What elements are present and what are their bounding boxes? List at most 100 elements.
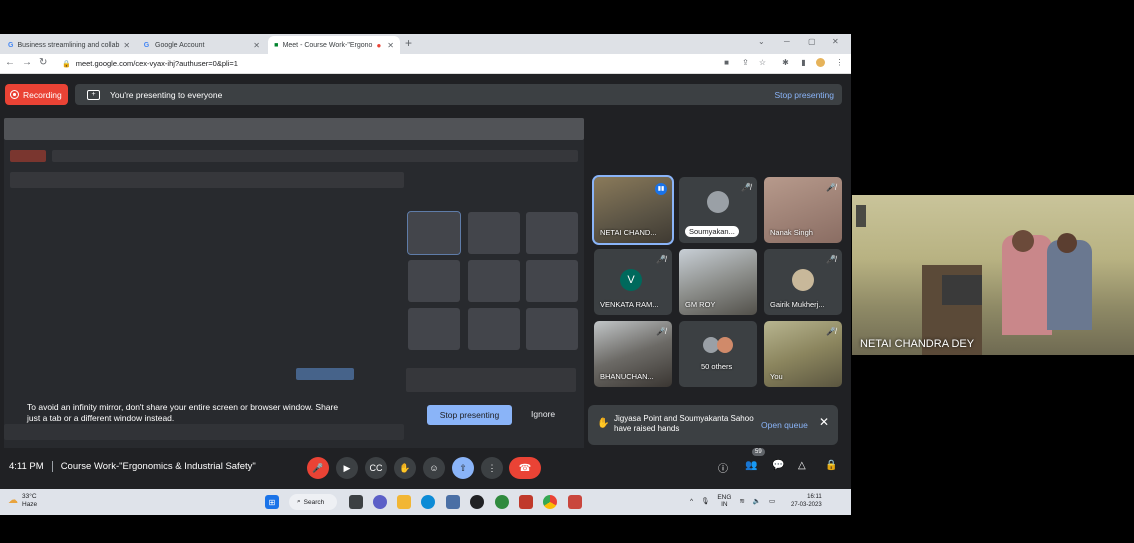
app-icon[interactable] — [568, 495, 582, 509]
mic-off-icon: 🎤̸ — [741, 183, 751, 192]
chat-app-icon[interactable] — [373, 495, 387, 509]
people-icon[interactable]: 👥 — [745, 460, 757, 471]
extensions-icon[interactable]: ✱ — [781, 58, 790, 67]
windows-taskbar: ☁ 33°C Haze ⊞ ⌕ Search ^ 🎙 ENG IN ≋ 🔈 ▭ 16… — [0, 489, 851, 515]
url-field[interactable]: 🔒 meet.google.com/cex-vyax-ihj?authuser=… — [58, 56, 658, 71]
speaking-icon: ▮▮ — [655, 183, 667, 195]
menu-icon[interactable]: ⋮ — [835, 58, 844, 67]
divider — [51, 461, 53, 472]
ignore-button[interactable]: Ignore — [531, 409, 555, 419]
new-tab-button[interactable]: + — [405, 36, 412, 50]
store-icon[interactable] — [446, 495, 460, 509]
participant-tile[interactable]: 🎤̸ Nanak Singh — [764, 177, 842, 243]
chrome-icon[interactable] — [543, 495, 557, 509]
edge-icon[interactable] — [421, 495, 435, 509]
language-indicator[interactable]: ENG IN — [717, 494, 731, 508]
app-icon[interactable] — [470, 495, 484, 509]
chevron-up-icon[interactable]: ^ — [690, 498, 693, 505]
stop-presenting-button[interactable]: Stop presenting — [427, 405, 512, 425]
tab-label: Google Account — [155, 41, 205, 49]
participant-tile[interactable]: 🎤̸ Soumyakan... — [679, 177, 757, 243]
participant-tile[interactable]: GM ROY — [679, 249, 757, 315]
file-explorer-icon[interactable] — [397, 495, 411, 509]
mic-off-icon: 🎤̸ — [826, 183, 836, 192]
mirror-recording — [10, 150, 46, 162]
presenting-label: You're presenting to everyone — [110, 89, 223, 100]
open-queue-button[interactable]: Open queue — [761, 420, 808, 430]
recording-indicator[interactable]: Recording — [5, 84, 68, 105]
person-head — [1057, 233, 1077, 253]
mirror-tile — [468, 308, 520, 350]
temperature: 33°C — [22, 493, 37, 500]
app-icon[interactable] — [495, 495, 509, 509]
speaker-camera-feed: NETAI CHANDRA DEY — [852, 195, 1134, 355]
close-icon[interactable]: ✕ — [819, 416, 829, 428]
reload-icon[interactable]: ↻ — [39, 57, 47, 68]
emoji-button[interactable]: ☺ — [423, 457, 445, 479]
chat-icon[interactable]: 💬 — [772, 460, 784, 471]
side-panel-icon[interactable]: ▮ — [799, 58, 808, 67]
maximize-button[interactable]: ▢ — [808, 37, 816, 46]
more-options-button[interactable]: ⋮ — [481, 457, 503, 479]
stop-presenting-link[interactable]: Stop presenting — [774, 90, 834, 100]
camera-button[interactable]: ▶ — [336, 457, 358, 479]
person — [1047, 240, 1092, 330]
present-screen-icon: + — [87, 89, 100, 100]
tab-business[interactable]: G Business streamlining and collab ✕ — [2, 36, 132, 54]
activities-icon[interactable]: △ — [798, 460, 806, 471]
participant-tile-others[interactable]: 50 others — [679, 321, 757, 387]
close-tab-icon[interactable]: ✕ — [253, 41, 260, 50]
task-view-icon[interactable] — [349, 495, 363, 509]
antivirus-icon[interactable] — [519, 495, 533, 509]
avatar — [717, 337, 733, 353]
camera-indicator-icon[interactable]: ■ — [722, 58, 731, 67]
info-icon[interactable]: ⓘ — [718, 460, 728, 475]
battery-icon[interactable]: ▭ — [769, 497, 775, 505]
profile-avatar[interactable] — [816, 58, 825, 67]
taskbar-clock[interactable]: 16:11 27-03-2023 — [791, 493, 822, 509]
laptop — [942, 275, 982, 305]
captions-button[interactable]: CC — [365, 457, 387, 479]
tab-label: Business streamlining and collab — [17, 41, 120, 49]
share-icon[interactable]: ⇪ — [741, 58, 750, 67]
mic-tray-icon[interactable]: 🎙 — [701, 497, 709, 505]
participant-tile[interactable]: 🎤̸ You — [764, 321, 842, 387]
start-icon[interactable]: ⊞ — [265, 495, 279, 509]
present-button[interactable]: ⇧ — [452, 457, 474, 479]
forward-icon[interactable]: → — [22, 57, 32, 68]
mic-off-button[interactable]: 🎤 — [307, 457, 329, 479]
back-icon[interactable]: ← — [5, 57, 15, 68]
volume-icon[interactable]: 🔈 — [753, 497, 761, 505]
url-text: meet.google.com/cex-vyax-ihj?authuser=0&… — [75, 59, 238, 68]
bookmark-star-icon[interactable]: ☆ — [758, 58, 767, 67]
participant-name: Gairik Mukherj... — [770, 300, 825, 309]
end-call-button[interactable]: ☎ — [509, 457, 541, 479]
participant-tile[interactable]: 🎤̸ BHANUCHAN... — [594, 321, 672, 387]
taskbar-search[interactable]: ⌕ Search — [289, 494, 337, 510]
lock-icon: 🔒 — [62, 60, 71, 68]
participant-tile[interactable]: 🎤̸ V VENKATA RAM... — [594, 249, 672, 315]
minimize-button[interactable]: ─ — [784, 37, 790, 46]
host-controls-icon[interactable]: 🔒 — [825, 460, 837, 471]
participant-name: VENKATA RAM... — [600, 300, 659, 309]
weather-widget[interactable]: ☁ 33°C Haze — [8, 493, 37, 509]
participant-tile[interactable]: ▮▮ NETAI CHAND... — [592, 175, 674, 245]
tab-search-icon[interactable]: ⌄ — [758, 37, 765, 46]
participant-name: Nanak Singh — [770, 228, 813, 237]
raise-hand-button[interactable]: ✋ — [394, 457, 416, 479]
participant-name: Soumyakan... — [685, 226, 739, 237]
wifi-icon[interactable]: ≋ — [739, 497, 744, 505]
weather-condition: Haze — [22, 501, 38, 508]
recording-label: Recording — [23, 89, 62, 100]
tab-meet[interactable]: ■ Meet - Course Work-"Ergono ● ✕ — [268, 36, 400, 54]
mirror-browser-bar — [4, 118, 584, 140]
mic-off-icon: 🎤̸ — [656, 327, 666, 336]
tab-google-account[interactable]: G Google Account ✕ — [136, 36, 266, 54]
close-tab-icon[interactable]: ✕ — [123, 41, 130, 50]
close-tab-icon[interactable]: ✕ — [387, 41, 394, 50]
participant-name: NETAI CHAND... — [600, 228, 657, 237]
recording-dot-icon: ● — [376, 40, 382, 50]
participant-tile[interactable]: 🎤̸ Gairik Mukherj... — [764, 249, 842, 315]
close-window-button[interactable]: ✕ — [832, 37, 839, 46]
participant-name: BHANUCHAN... — [600, 372, 654, 381]
